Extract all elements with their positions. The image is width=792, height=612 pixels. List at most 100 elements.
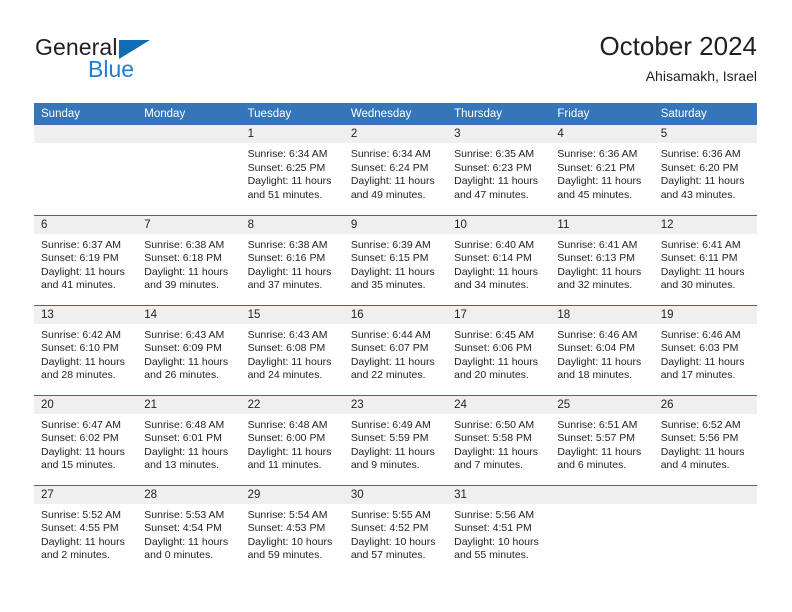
sunset-text: Sunset: 6:23 PM (454, 161, 532, 174)
day-number: 12 (653, 215, 757, 234)
daylight-text-line2: and 24 minutes. (247, 369, 323, 382)
calendar-day-cell[interactable]: 5 Sunrise: 6:36 AM Sunset: 6:20 PM Daylight… (653, 125, 757, 215)
sunset-text: Sunset: 4:54 PM (144, 522, 222, 535)
daylight-text-line1: Daylight: 10 hours (350, 535, 436, 548)
weekday-header-tuesday: Tuesday (240, 103, 344, 125)
sunrise-text: Sunrise: 6:45 AM (454, 328, 535, 341)
daylight-text-line2: and 47 minutes. (454, 188, 529, 201)
daylight-text-line2: and 43 minutes. (660, 188, 736, 201)
sunrise-text: Sunrise: 6:49 AM (350, 418, 431, 431)
daylight-text-line2: and 37 minutes. (247, 279, 323, 292)
calendar-day-cell[interactable]: 17 Sunrise: 6:45 AM Sunset: 6:06 PM Dayligh… (447, 304, 551, 395)
calendar-day-cell[interactable]: 21 Sunrise: 6:48 AM Sunset: 6:01 PM Dayligh… (137, 394, 241, 485)
calendar-day-cell[interactable]: 25 Sunrise: 6:51 AM Sunset: 5:57 PM Dayligh… (550, 394, 654, 485)
calendar-day-cell[interactable]: 7 Sunrise: 6:38 AM Sunset: 6:18 PM Daylight… (137, 214, 241, 305)
sunset-text: Sunset: 6:00 PM (247, 432, 326, 445)
sunrise-text: Sunrise: 6:52 AM (660, 418, 741, 431)
logo-text-blue: Blue (88, 56, 135, 82)
weekday-header-friday: Friday (550, 103, 654, 125)
calendar-body: 1 Sunrise: 6:34 AM Sunset: 6:25 PM Daylight… (34, 125, 757, 575)
sunset-text: Sunset: 6:25 PM (247, 161, 326, 174)
day-number: 3 (447, 125, 551, 143)
day-number: 28 (137, 485, 241, 504)
calendar-day-cell[interactable]: 29 Sunrise: 5:54 AM Sunset: 4:53 PM Dayligh… (240, 484, 344, 575)
daylight-text-line2: and 32 minutes. (557, 279, 633, 292)
calendar-day-cell[interactable]: 4 Sunrise: 6:36 AM Sunset: 6:21 PM Daylight… (550, 125, 654, 215)
sunrise-text: Sunrise: 5:54 AM (247, 508, 328, 521)
day-number: 4 (550, 125, 654, 143)
calendar-day-cell[interactable]: 16 Sunrise: 6:44 AM Sunset: 6:07 PM Dayligh… (343, 304, 448, 395)
daylight-text-line2: and 2 minutes. (41, 549, 110, 562)
daylight-text-line1: Daylight: 11 hours (144, 265, 229, 278)
calendar-day-cell[interactable]: 30 Sunrise: 5:55 AM Sunset: 4:52 PM Dayligh… (343, 484, 448, 575)
sunrise-text: Sunrise: 6:34 AM (350, 148, 431, 160)
day-details: Sunrise: 6:48 AM Sunset: 6:00 PM Daylight:… (241, 414, 344, 473)
daylight-text-line2: and 59 minutes. (247, 549, 323, 562)
daylight-text-line2: and 57 minutes. (350, 549, 426, 562)
calendar-day-cell[interactable]: 14 Sunrise: 6:43 AM Sunset: 6:09 PM Dayligh… (137, 304, 241, 395)
calendar-day-cell[interactable]: 22 Sunrise: 6:48 AM Sunset: 6:00 PM Dayligh… (240, 394, 344, 485)
day-details: Sunrise: 6:41 AM Sunset: 6:11 PM Daylight:… (654, 234, 757, 293)
day-details: Sunrise: 5:54 AM Sunset: 4:53 PM Daylight:… (241, 504, 344, 563)
daylight-text-line1: Daylight: 11 hours (247, 445, 332, 458)
calendar-day-cell[interactable]: 26 Sunrise: 6:52 AM Sunset: 5:56 PM Dayligh… (653, 394, 757, 485)
daylight-text-line2: and 9 minutes. (350, 459, 420, 472)
calendar-day-cell[interactable]: 11 Sunrise: 6:41 AM Sunset: 6:13 PM Dayligh… (550, 214, 654, 305)
calendar-day-cell[interactable]: 18 Sunrise: 6:46 AM Sunset: 6:04 PM Dayligh… (550, 304, 654, 395)
sunset-text: Sunset: 6:07 PM (350, 342, 429, 355)
daylight-text-line1: Daylight: 11 hours (454, 175, 538, 188)
calendar-day-cell[interactable]: 28 Sunrise: 5:53 AM Sunset: 4:54 PM Dayligh… (137, 484, 241, 575)
calendar-day-cell[interactable]: 27 Sunrise: 5:52 AM Sunset: 4:55 PM Dayligh… (34, 484, 138, 575)
day-details: Sunrise: 5:56 AM Sunset: 4:51 PM Daylight:… (447, 504, 550, 563)
sunset-text: Sunset: 6:20 PM (660, 161, 739, 174)
day-details: Sunrise: 6:47 AM Sunset: 6:02 PM Daylight:… (34, 414, 137, 473)
daylight-text-line2: and 51 minutes. (247, 188, 323, 201)
calendar-day-cell[interactable]: 9 Sunrise: 6:39 AM Sunset: 6:15 PM Daylight… (343, 214, 448, 305)
day-number: 7 (137, 215, 241, 234)
calendar-day-cell[interactable]: 3 Sunrise: 6:35 AM Sunset: 6:23 PM Daylight… (447, 125, 551, 215)
calendar-day-cell[interactable]: 6 Sunrise: 6:37 AM Sunset: 6:19 PM Daylight… (34, 214, 138, 305)
day-number: 8 (240, 215, 344, 234)
calendar-day-cell[interactable]: 8 Sunrise: 6:38 AM Sunset: 6:16 PM Daylight… (240, 214, 344, 305)
daylight-text-line1: Daylight: 11 hours (350, 355, 435, 368)
sunrise-text: Sunrise: 6:41 AM (660, 238, 741, 251)
calendar-day-cell[interactable]: 1 Sunrise: 6:34 AM Sunset: 6:25 PM Daylight… (240, 125, 344, 215)
page-title: October 2024 (599, 31, 757, 61)
sunset-text: Sunset: 4:52 PM (350, 522, 429, 535)
calendar-day-cell[interactable]: 10 Sunrise: 6:40 AM Sunset: 6:14 PM Dayligh… (447, 214, 551, 305)
calendar-table: Sunday Monday Tuesday Wednesday Thursday Frid… (34, 103, 757, 575)
daylight-text-line1: Daylight: 11 hours (660, 445, 745, 458)
sunrise-text: Sunrise: 6:35 AM (454, 148, 535, 160)
calendar-day-cell[interactable]: 15 Sunrise: 6:43 AM Sunset: 6:08 PM Dayligh… (240, 304, 344, 395)
daylight-text-line2: and 22 minutes. (350, 369, 426, 382)
sunset-text: Sunset: 6:21 PM (557, 161, 636, 174)
calendar-day-cell[interactable]: 24 Sunrise: 6:50 AM Sunset: 5:58 PM Dayligh… (447, 394, 551, 485)
daylight-text-line2: and 26 minutes. (144, 369, 219, 382)
day-details: Sunrise: 6:46 AM Sunset: 6:04 PM Daylight:… (550, 324, 653, 383)
sunset-text: Sunset: 6:06 PM (454, 342, 532, 355)
day-details: Sunrise: 6:42 AM Sunset: 6:10 PM Daylight:… (34, 324, 137, 383)
day-details: Sunrise: 5:53 AM Sunset: 4:54 PM Daylight:… (137, 504, 240, 563)
sunset-text: Sunset: 6:08 PM (247, 342, 326, 355)
calendar-day-cell[interactable]: 13 Sunrise: 6:42 AM Sunset: 6:10 PM Dayligh… (34, 304, 138, 395)
calendar-day-cell[interactable]: 20 Sunrise: 6:47 AM Sunset: 6:02 PM Dayligh… (34, 394, 138, 485)
calendar-day-cell[interactable]: 2 Sunrise: 6:34 AM Sunset: 6:24 PM Daylight… (343, 125, 448, 215)
daylight-text-line2: and 15 minutes. (41, 459, 116, 472)
calendar-day-cell-empty (550, 484, 654, 575)
sunset-text: Sunset: 6:01 PM (144, 432, 222, 445)
calendar-day-cell[interactable]: 31 Sunrise: 5:56 AM Sunset: 4:51 PM Dayligh… (447, 484, 551, 575)
daylight-text-line2: and 30 minutes. (660, 279, 736, 292)
calendar-day-cell[interactable]: 19 Sunrise: 6:46 AM Sunset: 6:03 PM Dayligh… (653, 304, 757, 395)
calendar-day-cell[interactable]: 12 Sunrise: 6:41 AM Sunset: 6:11 PM Dayligh… (653, 214, 757, 305)
calendar-day-cell[interactable]: 23 Sunrise: 6:49 AM Sunset: 5:59 PM Dayligh… (343, 394, 448, 485)
daylight-text-line2: and 17 minutes. (660, 369, 736, 382)
daylight-text-line1: Daylight: 11 hours (557, 445, 642, 458)
general-blue-logo[interactable]: General Blue (35, 34, 245, 90)
day-number: 14 (137, 305, 241, 324)
sunset-text: Sunset: 6:13 PM (557, 252, 636, 265)
sunset-text: Sunset: 6:24 PM (350, 161, 429, 174)
day-number: 9 (343, 215, 448, 234)
daylight-text-line2: and 7 minutes. (454, 459, 524, 472)
calendar-week-row: 27 Sunrise: 5:52 AM Sunset: 4:55 PM Dayligh… (34, 484, 757, 575)
sunset-text: Sunset: 4:53 PM (247, 522, 326, 535)
